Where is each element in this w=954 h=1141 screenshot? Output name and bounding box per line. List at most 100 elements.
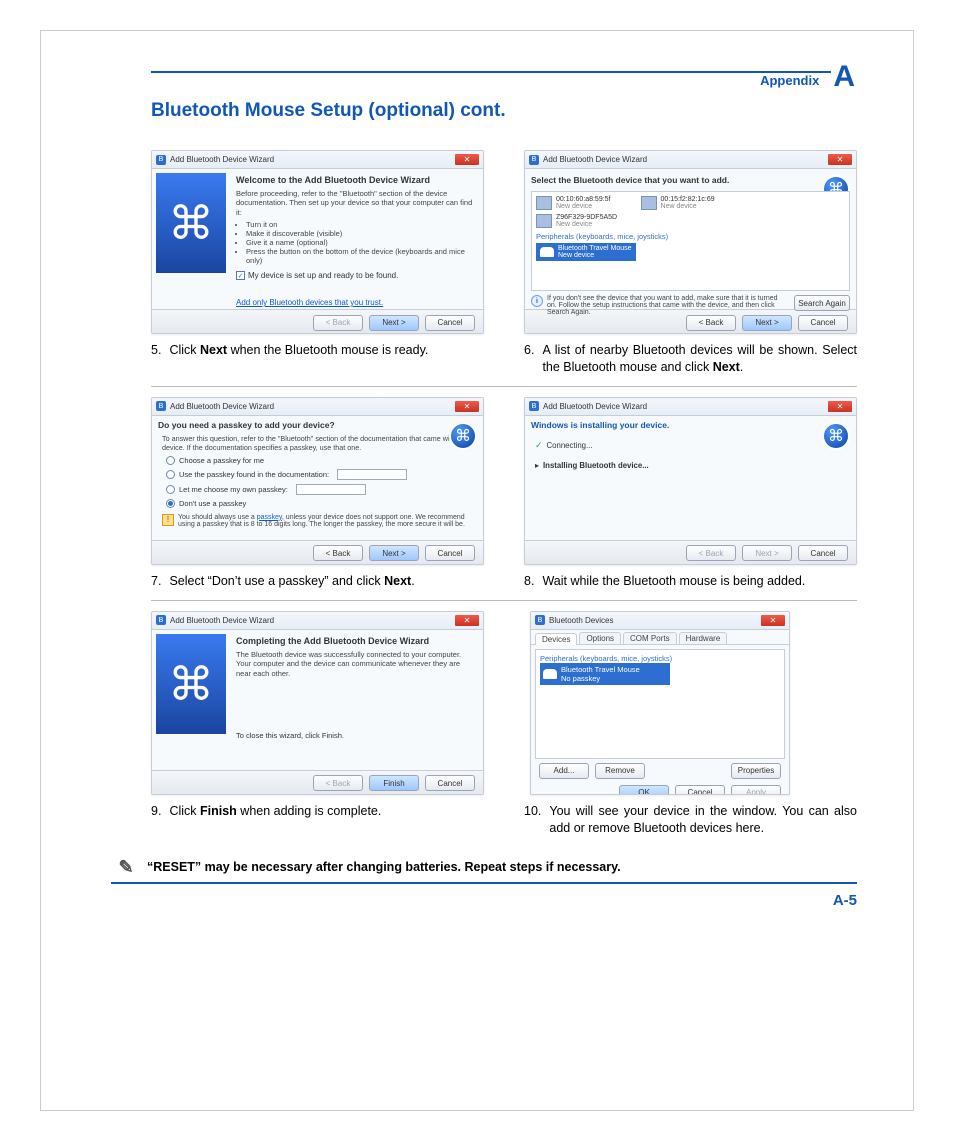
caption-step10: 10. You will see your device in the wind… <box>524 803 857 837</box>
bluetooth-badge-icon: ⌘ <box>449 422 477 450</box>
apply-button: Apply <box>731 785 781 795</box>
trust-link[interactable]: Add only Bluetooth devices that you trus… <box>236 298 477 307</box>
prompt-text: Do you need a passkey to add your device… <box>152 416 483 432</box>
bullet: Turn it on <box>246 220 477 229</box>
selected-device[interactable]: Bluetooth Travel MouseNew device <box>536 243 636 261</box>
bluetooth-icon: B <box>156 401 166 411</box>
appendix-letter: A <box>831 62 857 92</box>
bullet: Give it a name (optional) <box>246 238 477 247</box>
radio-own[interactable]: Let me choose my own passkey: <box>152 482 483 497</box>
screenshot-step9: B Add Bluetooth Device Wizard ✕ ⌘ Comple… <box>151 611 484 795</box>
wizard-heading: Welcome to the Add Bluetooth Device Wiza… <box>236 175 477 185</box>
devices-panel: Peripherals (keyboards, mice, joysticks)… <box>535 649 785 759</box>
back-button[interactable]: < Back <box>313 315 363 331</box>
prompt-text: Select the Bluetooth device that you wan… <box>525 171 856 189</box>
close-instruction: To close this wizard, click Finish. <box>236 731 344 740</box>
passkey-input[interactable] <box>337 469 407 480</box>
back-button[interactable]: < Back <box>313 545 363 561</box>
info-icon: i <box>531 295 543 307</box>
next-button: Next > <box>742 545 792 561</box>
bullet: Press the button on the bottom of the de… <box>246 247 477 265</box>
wizard-completion-text: The Bluetooth device was successfully co… <box>236 650 477 679</box>
bluetooth-banner: ⌘ <box>156 173 226 273</box>
next-button[interactable]: Next > <box>369 315 419 331</box>
caption-step8: 8. Wait while the Bluetooth mouse is bei… <box>524 573 857 590</box>
cancel-button[interactable]: Cancel <box>675 785 725 795</box>
device-item[interactable]: Z96F329-9DF5A5DNew device <box>536 214 845 228</box>
peripherals-group: Peripherals (keyboards, mice, joysticks) <box>540 654 780 663</box>
add-button[interactable]: Add... <box>539 763 589 779</box>
ready-checkbox[interactable]: ✓My device is set up and ready to be fou… <box>236 271 477 280</box>
window-title: Bluetooth Devices <box>549 616 613 625</box>
remove-button[interactable]: Remove <box>595 763 645 779</box>
window-title: Add Bluetooth Device Wizard <box>543 402 647 411</box>
radio-choose[interactable]: Choose a passkey for me <box>152 454 483 467</box>
peripherals-group: Peripherals (keyboards, mice, joysticks) <box>536 232 845 241</box>
sub-text: To answer this question, refer to the "B… <box>152 432 483 454</box>
close-icon: ✕ <box>828 154 852 165</box>
close-icon: ✕ <box>455 615 479 626</box>
bluetooth-icon: B <box>529 155 539 165</box>
status-installing: Installing Bluetooth device... <box>543 461 649 470</box>
passkey-input[interactable] <box>296 484 366 495</box>
radio-none[interactable]: Don't use a passkey <box>152 497 483 510</box>
screenshot-step8: B Add Bluetooth Device Wizard ✕ Windows … <box>524 397 857 565</box>
cancel-button[interactable]: Cancel <box>425 775 475 791</box>
cancel-button[interactable]: Cancel <box>425 315 475 331</box>
screenshot-step5: B Add Bluetooth Device Wizard ✕ ⌘ Welcom… <box>151 150 484 334</box>
page-number: A-5 <box>151 892 857 909</box>
next-button[interactable]: Next > <box>369 545 419 561</box>
passkey-link[interactable]: passkey <box>257 514 282 521</box>
bluetooth-icon: B <box>156 155 166 165</box>
prompt-text: Windows is installing your device. <box>525 416 856 432</box>
tab-comports[interactable]: COM Ports <box>623 632 677 644</box>
close-icon: ✕ <box>761 615 785 626</box>
warning-icon: ! <box>162 514 174 526</box>
device-list[interactable]: 00:10:60:a8:59:5fNew device 00:15:f2:82:… <box>531 191 850 291</box>
device-item[interactable]: 00:10:60:a8:59:5fNew device <box>536 196 611 210</box>
search-again-button[interactable]: Search Again <box>794 295 850 311</box>
tab-bar: Devices Options COM Ports Hardware <box>531 630 789 645</box>
bullet: Make it discoverable (visible) <box>246 229 477 238</box>
appendix-label: Appendix <box>760 73 819 92</box>
window-title: Add Bluetooth Device Wizard <box>170 155 274 164</box>
status-connecting: Connecting... <box>547 441 593 450</box>
cancel-button[interactable]: Cancel <box>798 545 848 561</box>
header-rule: Appendix A <box>151 71 857 92</box>
arrow-icon: ▸ <box>535 461 539 470</box>
cancel-button[interactable]: Cancel <box>425 545 475 561</box>
reset-note: ✎ “RESET” may be necessary after changin… <box>111 852 857 884</box>
bluetooth-icon: B <box>535 615 545 625</box>
back-button: < Back <box>313 775 363 791</box>
check-icon: ✓ <box>535 440 543 451</box>
device-item[interactable]: 00:15:f2:82:1c:69New device <box>641 196 715 210</box>
window-title: Add Bluetooth Device Wizard <box>543 155 647 164</box>
tab-devices[interactable]: Devices <box>535 633 577 645</box>
warning-text: You should always use a passkey, unless … <box>178 514 473 528</box>
tab-hardware[interactable]: Hardware <box>679 632 728 644</box>
screenshot-step10: B Bluetooth Devices ✕ Devices Options CO… <box>530 611 790 795</box>
radio-doc[interactable]: Use the passkey found in the documentati… <box>152 467 483 482</box>
device-item[interactable]: Bluetooth Travel MouseNo passkey <box>540 663 670 685</box>
note-icon: ✎ <box>115 856 137 878</box>
page-frame: Appendix A Bluetooth Mouse Setup (option… <box>40 30 914 1111</box>
close-icon: ✕ <box>455 401 479 412</box>
tab-options[interactable]: Options <box>579 632 621 644</box>
bluetooth-icon: B <box>529 401 539 411</box>
properties-button[interactable]: Properties <box>731 763 781 779</box>
wizard-heading: Completing the Add Bluetooth Device Wiza… <box>236 636 477 646</box>
finish-button[interactable]: Finish <box>369 775 419 791</box>
caption-step6: 6. A list of nearby Bluetooth devices wi… <box>524 342 857 376</box>
close-icon: ✕ <box>455 154 479 165</box>
caption-step9: 9. Click Finish when adding is complete. <box>151 803 484 820</box>
window-title: Add Bluetooth Device Wizard <box>170 616 274 625</box>
bluetooth-icon: B <box>156 615 166 625</box>
screenshot-step7: B Add Bluetooth Device Wizard ✕ Do you n… <box>151 397 484 565</box>
ok-button[interactable]: OK <box>619 785 669 795</box>
page-title: Bluetooth Mouse Setup (optional) cont. <box>151 100 857 122</box>
close-icon: ✕ <box>828 401 852 412</box>
back-button: < Back <box>686 545 736 561</box>
window-title: Add Bluetooth Device Wizard <box>170 402 274 411</box>
screenshot-step6: B Add Bluetooth Device Wizard ✕ Select t… <box>524 150 857 334</box>
wizard-intro: Before proceeding, refer to the "Bluetoo… <box>236 189 477 217</box>
